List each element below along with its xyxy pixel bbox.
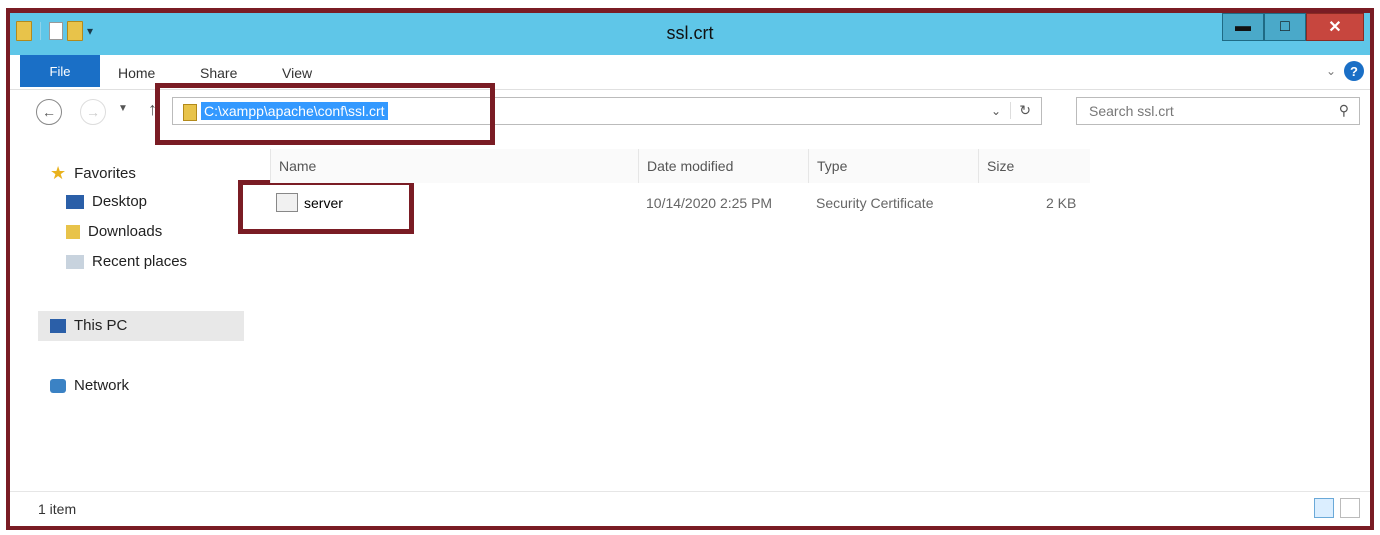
search-box[interactable]: Search ssl.crt ⚲ [1076, 97, 1360, 125]
explorer-window: ▾ ssl.crt ▬ □ ✕ File Home Share View ⌄ ?… [6, 8, 1374, 530]
column-header-type[interactable]: Type [808, 149, 978, 183]
minimize-button[interactable]: ▬ [1222, 13, 1264, 41]
nav-favorites-label: Favorites [74, 165, 136, 182]
column-header-name[interactable]: Name [270, 149, 638, 183]
file-size: 2 KB [1046, 195, 1077, 211]
large-icons-view-icon[interactable] [1340, 498, 1360, 518]
view-toggles [1314, 498, 1360, 518]
close-button[interactable]: ✕ [1306, 13, 1364, 41]
file-name: server [304, 195, 343, 211]
status-bar: 1 item [10, 491, 1370, 526]
file-row[interactable]: server 10/14/2020 2:25 PM Security Certi… [254, 191, 1094, 217]
annotation-box-address [155, 83, 495, 145]
window-title: ssl.crt [666, 23, 714, 43]
navigation-pane: ★ Favorites Desktop Downloads Recent pla… [10, 149, 246, 503]
title-bar: ▾ ssl.crt ▬ □ ✕ [10, 13, 1370, 55]
recent-places-icon [66, 254, 84, 269]
expand-ribbon-icon[interactable]: ⌄ [1326, 64, 1336, 78]
ribbon-right-controls: ⌄ ? [1326, 61, 1364, 81]
file-type: Security Certificate [816, 195, 934, 211]
star-icon: ★ [50, 163, 67, 183]
downloads-icon [66, 224, 80, 239]
back-button[interactable]: ← [36, 99, 62, 125]
nav-item-label: Desktop [92, 193, 148, 210]
refresh-icon[interactable]: ↻ [1010, 102, 1031, 119]
nav-item-label: Downloads [88, 223, 163, 240]
window-controls: ▬ □ ✕ [1222, 13, 1364, 41]
search-icon[interactable]: ⚲ [1339, 102, 1349, 119]
recent-locations-icon[interactable]: ▼ [118, 103, 128, 114]
column-header-size[interactable]: Size [978, 149, 1090, 183]
nav-this-pc-label: This PC [74, 317, 128, 334]
nav-item-label: Recent places [92, 253, 188, 270]
nav-item-favorites[interactable]: ★ Favorites [50, 163, 136, 184]
tab-file[interactable]: File [20, 55, 100, 87]
address-dropdown-icon[interactable]: ⌄ [991, 104, 1001, 118]
search-placeholder: Search ssl.crt [1089, 103, 1174, 119]
nav-item-downloads[interactable]: Downloads [66, 223, 162, 240]
desktop-icon [66, 194, 84, 209]
forward-button[interactable]: → [80, 99, 106, 125]
file-date: 10/14/2020 2:25 PM [646, 195, 773, 211]
tab-view[interactable]: View [282, 65, 312, 81]
column-header-date[interactable]: Date modified [638, 149, 808, 183]
item-count: 1 item [38, 501, 77, 517]
nav-item-network[interactable]: Network [50, 377, 129, 394]
computer-icon [50, 318, 66, 333]
nav-item-this-pc[interactable]: This PC [50, 317, 127, 334]
nav-item-recent-places[interactable]: Recent places [66, 253, 187, 270]
nav-network-label: Network [74, 377, 130, 394]
tab-home[interactable]: Home [118, 65, 155, 81]
nav-item-desktop[interactable]: Desktop [66, 193, 147, 210]
network-icon [50, 378, 66, 393]
details-view-icon[interactable] [1314, 498, 1334, 518]
certificate-icon [276, 193, 298, 212]
help-icon[interactable]: ? [1344, 61, 1364, 81]
tab-share[interactable]: Share [200, 65, 237, 81]
maximize-button[interactable]: □ [1264, 13, 1306, 41]
